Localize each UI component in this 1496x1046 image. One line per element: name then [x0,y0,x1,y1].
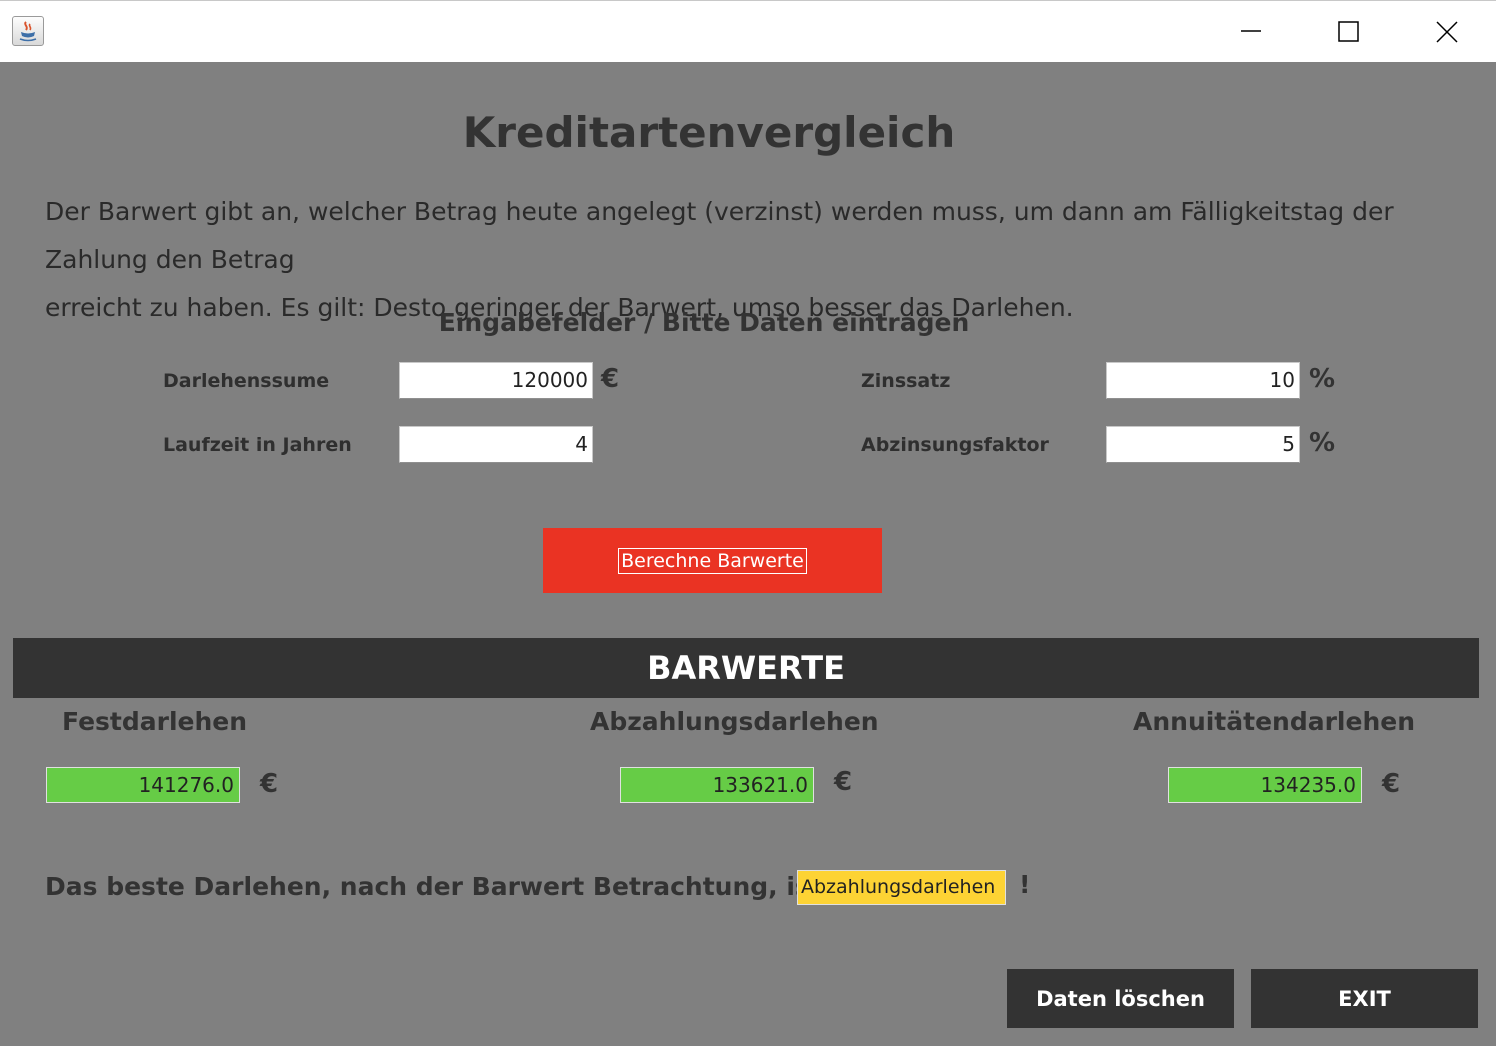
result-unit-festdarlehen: € [260,769,279,799]
input-section-heading: Eingabefelder / Bitte Daten eintragen [438,308,970,337]
best-loan-text: Das beste Darlehen, nach der Barwert Bet… [45,872,881,901]
exit-button-label: EXIT [1338,986,1391,1011]
result-value-annuitaetendarlehen[interactable]: 134235.0 [1168,767,1362,803]
close-button[interactable] [1398,1,1496,63]
loan-amount-input[interactable]: 120000 [399,362,593,399]
result-value-abzahlungsdarlehen[interactable]: 133621.0 [620,767,814,803]
minimize-button[interactable] [1202,1,1300,63]
calculate-button-label: Berechne Barwerte [618,547,807,574]
window-title-bar [0,0,1496,62]
calculate-button[interactable]: Berechne Barwerte [543,528,882,593]
minimize-icon [1241,30,1261,32]
result-heading-annuitaetendarlehen: Annuitätendarlehen [1133,707,1416,736]
java-icon[interactable] [12,16,44,46]
best-loan-exclamation: ! [1019,870,1031,899]
interest-rate-unit: % [1309,364,1336,394]
result-heading-abzahlungsdarlehen: Abzahlungsdarlehen [590,707,879,736]
exit-button[interactable]: EXIT [1251,969,1478,1028]
interest-rate-input[interactable]: 10 [1106,362,1300,399]
page-title: Kreditartenvergleich [462,108,956,157]
clear-data-button[interactable]: Daten löschen [1007,969,1234,1028]
results-header: BARWERTE [13,638,1479,698]
close-icon [1436,21,1458,43]
intro-line-1: Der Barwert gibt an, welcher Betrag heut… [45,197,1394,274]
loan-amount-unit: € [601,364,620,394]
result-unit-abzahlungsdarlehen: € [834,767,853,797]
result-value-festdarlehen[interactable]: 141276.0 [46,767,240,803]
discount-factor-label: Abzinsungsfaktor [861,434,1049,456]
interest-rate-label: Zinssatz [861,370,951,392]
maximize-icon [1338,21,1359,42]
discount-factor-unit: % [1309,428,1336,458]
maximize-button[interactable] [1300,1,1398,63]
result-heading-festdarlehen: Festdarlehen [62,707,248,736]
term-years-input[interactable]: 4 [399,426,593,463]
discount-factor-input[interactable]: 5 [1106,426,1300,463]
result-unit-annuitaetendarlehen: € [1382,769,1401,799]
loan-amount-label: Darlehenssume [163,370,330,392]
term-years-label: Laufzeit in Jahren [163,434,352,456]
clear-data-button-label: Daten löschen [1036,986,1205,1011]
best-loan-field[interactable]: Abzahlungsdarlehen [797,870,1006,905]
